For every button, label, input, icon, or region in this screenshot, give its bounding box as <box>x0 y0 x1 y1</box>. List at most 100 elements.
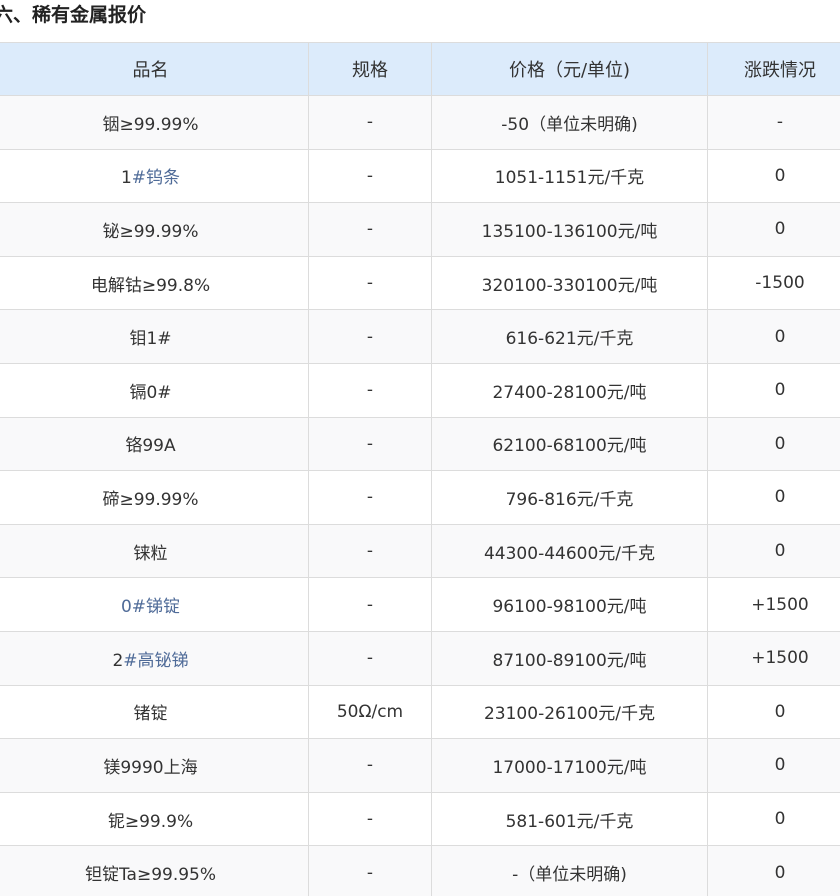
table-row: 铟≥99.99% - -50（单位未明确) - <box>0 95 840 150</box>
cell-product-name: 镁9990上海 <box>0 738 309 793</box>
cell-change: 0 <box>707 202 840 257</box>
cell-price: 44300-44600元/千克 <box>431 523 708 579</box>
cell-change: -1500 <box>707 255 840 311</box>
cell-spec: - <box>308 255 432 311</box>
product-name: 铬99A <box>125 436 176 457</box>
cell-change: 0 <box>707 309 840 364</box>
cell-product-name: 铌≥99.9% <box>0 791 309 847</box>
table-row: 铬99A - 62100-68100元/吨 0 <box>0 416 840 472</box>
table-row: 铌≥99.9% - 581-601元/千克 0 <box>0 791 840 847</box>
cell-spec: - <box>308 148 432 204</box>
product-name: 镁9990上海 <box>103 757 198 778</box>
cell-product-name: 铋≥99.99% <box>0 202 309 257</box>
cell-spec: - <box>308 738 432 793</box>
cell-price: 27400-28100元/吨 <box>431 362 708 418</box>
table-row: 碲≥99.99% - 796-816元/千克 0 <box>0 470 840 525</box>
cell-price: 87100-89100元/吨 <box>431 630 708 686</box>
cell-product-name: 电解钴≥99.8% <box>0 255 309 311</box>
product-name: 镉0# <box>129 382 172 403</box>
table-row: 钼1# - 616-621元/千克 0 <box>0 309 840 364</box>
cell-spec: - <box>308 845 432 896</box>
cell-spec: - <box>308 309 432 364</box>
cell-price: 17000-17100元/吨 <box>431 738 708 793</box>
cell-spec: - <box>308 577 432 632</box>
cell-change: 0 <box>707 523 840 579</box>
cell-spec: - <box>308 416 432 472</box>
cell-spec: - <box>308 523 432 579</box>
cell-change: 0 <box>707 362 840 418</box>
cell-price: 616-621元/千克 <box>431 309 708 364</box>
cell-price: 135100-136100元/吨 <box>431 202 708 257</box>
product-link[interactable]: #高铋锑 <box>123 651 188 671</box>
table-row: 钽锭Ta≥99.95% - -（单位未明确) 0 <box>0 845 840 896</box>
table-row: 锗锭 50Ω/cm 23100-26100元/千克 0 <box>0 684 840 740</box>
cell-price: 23100-26100元/千克 <box>431 684 708 740</box>
cell-change: 0 <box>707 470 840 525</box>
cell-change: 0 <box>707 738 840 793</box>
cell-change: - <box>707 95 840 150</box>
product-link[interactable]: #钨条 <box>132 168 180 188</box>
table-row: 镉0# - 27400-28100元/吨 0 <box>0 362 840 418</box>
table-row: 铋≥99.99% - 135100-136100元/吨 0 <box>0 202 840 257</box>
header-price: 价格（元/单位) <box>431 42 708 96</box>
cell-change: 0 <box>707 416 840 472</box>
cell-product-name: 铼粒 <box>0 523 309 579</box>
table-row: 2#高铋锑 - 87100-89100元/吨 +1500 <box>0 630 840 686</box>
cell-product-name: 2#高铋锑 <box>0 630 309 686</box>
product-name: 铋≥99.99% <box>102 221 199 242</box>
cell-spec: - <box>308 95 432 150</box>
cell-change: 0 <box>707 845 840 896</box>
product-name: 铟≥99.99% <box>102 114 199 135</box>
cell-price: 96100-98100元/吨 <box>431 577 708 632</box>
header-product-name: 品名 <box>0 42 309 96</box>
product-name: 铼粒 <box>133 543 168 564</box>
price-table: 品名 规格 价格（元/单位) 涨跌情况 铟≥99.99% - -50（单位未明确… <box>0 42 840 896</box>
cell-change: 0 <box>707 791 840 847</box>
header-change: 涨跌情况 <box>707 42 840 96</box>
cell-price: 62100-68100元/吨 <box>431 416 708 472</box>
cell-spec: - <box>308 630 432 686</box>
product-name: 铌≥99.9% <box>107 811 194 832</box>
product-name: 碲≥99.99% <box>102 489 199 510</box>
cell-spec: - <box>308 791 432 847</box>
cell-product-name: 1#钨条 <box>0 148 309 204</box>
name-prefix: 2 <box>112 650 124 671</box>
cell-change: 0 <box>707 684 840 740</box>
cell-product-name: 铟≥99.99% <box>0 95 309 150</box>
table-body: 铟≥99.99% - -50（单位未明确) - 1#钨条 - 1051-1151… <box>0 95 840 896</box>
cell-product-name: 镉0# <box>0 362 309 418</box>
product-name: 钼1# <box>129 329 172 350</box>
cell-product-name: 0#锑锭 <box>0 577 309 632</box>
cell-change: 0 <box>707 148 840 204</box>
cell-product-name: 碲≥99.99% <box>0 470 309 525</box>
table-row: 电解钴≥99.8% - 320100-330100元/吨 -1500 <box>0 255 840 311</box>
section-title: 六、稀有金属报价 <box>0 4 147 26</box>
table-row: 铼粒 - 44300-44600元/千克 0 <box>0 523 840 579</box>
cell-product-name: 钽锭Ta≥99.95% <box>0 845 309 896</box>
cell-price: -50（单位未明确) <box>431 95 708 150</box>
page: 六、稀有金属报价 品名 规格 价格（元/单位) 涨跌情况 铟≥99.99% - … <box>0 0 840 896</box>
cell-price: 796-816元/千克 <box>431 470 708 525</box>
table-header-row: 品名 规格 价格（元/单位) 涨跌情况 <box>0 42 840 96</box>
cell-spec: - <box>308 362 432 418</box>
product-link[interactable]: #锑锭 <box>132 597 180 617</box>
product-name: 电解钴≥99.8% <box>90 275 211 296</box>
cell-price: -（单位未明确) <box>431 845 708 896</box>
cell-spec: - <box>308 202 432 257</box>
table-row: 1#钨条 - 1051-1151元/千克 0 <box>0 148 840 204</box>
product-name: 钽锭Ta≥99.95% <box>84 865 217 886</box>
product-name: 锗锭 <box>133 704 168 725</box>
cell-price: 581-601元/千克 <box>431 791 708 847</box>
cell-spec: - <box>308 470 432 525</box>
header-spec: 规格 <box>308 42 432 96</box>
name-prefix: 0 <box>120 597 132 618</box>
cell-product-name: 铬99A <box>0 416 309 472</box>
cell-product-name: 钼1# <box>0 309 309 364</box>
cell-change: +1500 <box>707 630 840 686</box>
cell-price: 1051-1151元/千克 <box>431 148 708 204</box>
table-row: 镁9990上海 - 17000-17100元/吨 0 <box>0 738 840 793</box>
table-row: 0#锑锭 - 96100-98100元/吨 +1500 <box>0 577 840 632</box>
cell-price: 320100-330100元/吨 <box>431 255 708 311</box>
cell-product-name: 锗锭 <box>0 684 309 740</box>
cell-spec: 50Ω/cm <box>308 684 432 740</box>
